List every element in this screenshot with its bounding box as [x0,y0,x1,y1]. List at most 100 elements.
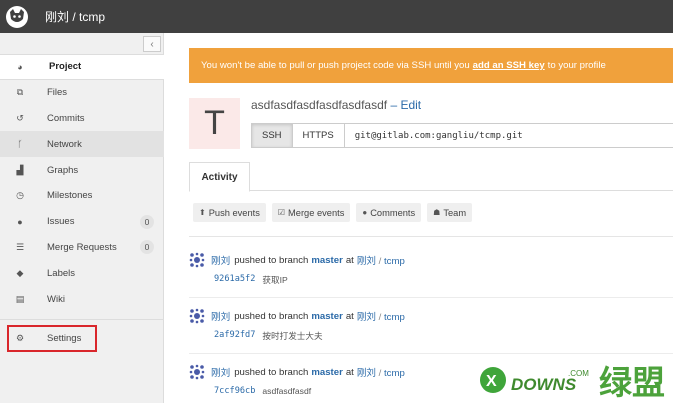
branch-link[interactable]: master [311,255,342,266]
project-short-name: tcmp [384,368,405,379]
sidebar-item-label: Merge Requests [47,241,117,253]
event-action: pushed to branch [234,310,309,322]
sidebar-item-milestones[interactable]: ◷ Milestones [0,183,164,209]
top-header: 刚刘 / tcmp [0,0,673,33]
commit-sha-link[interactable]: 7ccf96cb [214,386,255,396]
event-at: at [345,254,354,266]
chevron-left-icon[interactable]: ‹ [143,36,161,52]
project-tabs: Activity [189,161,673,192]
sidebar-item-wiki[interactable]: ▤ Wiki [0,286,164,312]
users-icon: ☗ [433,208,441,217]
project-link[interactable]: 刚刘 / tcmp [357,365,405,379]
branch-link[interactable]: master [311,367,342,378]
project-name: asdfasdfasdfasdfasdfasdf [251,98,388,112]
clone-url-input[interactable]: git@gitlab.com:gangliu/tcmp.git [345,124,523,147]
merge-events-filter[interactable]: ☑ Merge events [271,203,351,222]
sidebar-item-label: Files [47,87,68,99]
team-filter[interactable]: ☗ Team [427,203,473,222]
sidebar-item-label: Graphs [47,164,79,176]
downs-watermark-logo: X DOWNS .COM 绿盟 [480,363,665,402]
comments-icon: ● [362,208,368,217]
files-icon: ⧉ [16,87,24,98]
sidebar-item-commits[interactable]: ↺ Commits [0,106,164,132]
merge-requests-count-badge: 0 [140,240,154,255]
event-divider [189,297,673,298]
sidebar-item-network[interactable]: ᚴ Network [0,131,164,158]
sidebar-item-label: Labels [47,267,75,279]
alert-text: You won't be able to pull or push projec… [201,60,470,71]
cogs-icon: ⚙ [15,333,25,343]
sidebar-item-merge-requests[interactable]: ☰ Merge Requests 0 [0,235,164,261]
upload-icon: ⬆ [199,208,206,217]
sidebar: ‹ ◕ Project ⧉ Files ↺ Commits ᚴ Network … [0,33,164,403]
book-icon: ▤ [15,293,25,304]
sidebar-item-label: Network [47,138,82,150]
commit-message: asdfasdfasdf [262,386,312,396]
namespace-name: 刚刘 [356,368,377,379]
project-link[interactable]: 刚刘 / tcmp [357,253,405,267]
sidebar-item-graphs[interactable]: ▟ Graphs [0,157,164,183]
comments-filter[interactable]: ● Comments [356,203,422,222]
project-short-name: tcmp [384,312,405,323]
sidebar-item-label: Issues [47,216,75,228]
commit-sha-link[interactable]: 9261a5f2 [214,274,255,286]
tags-icon: ◆ [16,267,24,278]
feed-divider [189,236,673,237]
project-name-row: asdfasdfasdfasdfasdfasdf – Edit [251,98,421,112]
commit-message: 获取IP [262,275,288,285]
sidebar-nav: ◕ Project ⧉ Files ↺ Commits ᚴ Network ▟ … [0,54,164,312]
event-filters: ⬆ Push events ☑ Merge events ● Comments … [193,203,478,222]
project-link[interactable]: 刚刘 / tcmp [357,309,405,323]
sidebar-item-issues[interactable]: ● Issues 0 [0,209,164,235]
clock-icon: ◷ [16,190,24,201]
sidebar-item-settings[interactable]: ⚙ Settings [7,325,97,352]
event-author-link[interactable]: 刚刘 [211,365,230,379]
gitlab-logo-icon[interactable] [0,0,33,33]
sidebar-divider [0,319,164,320]
event-at: at [345,310,354,322]
exclamation-circle-icon: ● [17,216,23,227]
issues-count-badge: 0 [140,214,154,229]
event-action: pushed to branch [234,254,309,266]
sidebar-item-project[interactable]: ◕ Project [0,54,164,80]
filter-label: Push events [208,207,260,218]
project-short-name: tcmp [384,256,405,267]
user-avatar-icon[interactable] [189,364,205,380]
area-chart-icon: ▟ [16,164,24,175]
event-summary: 刚刘 pushed to branch master at 刚刘 / tcmp [189,307,405,325]
filter-label: Team [443,207,467,218]
project-title[interactable]: 刚刘 / tcmp [45,8,105,25]
event-at: at [345,366,354,378]
edit-project-link[interactable]: – Edit [390,98,421,112]
tasks-icon: ☰ [15,241,25,252]
tab-activity[interactable]: Activity [189,162,250,192]
alert-text-end: to your profile [547,60,606,71]
watermark-suffix: .COM [568,369,589,378]
commit-message: 按时打发士大夫 [262,331,323,341]
https-clone-button[interactable]: HTTPS [293,124,345,147]
commit-line: 7ccf96cb asdfasdfasdf [214,386,311,396]
event-author-link[interactable]: 刚刘 [211,309,230,323]
namespace-name: 刚刘 [356,256,377,267]
ssh-clone-button[interactable]: SSH [252,124,293,147]
user-avatar-icon[interactable] [189,252,205,268]
svg-text:X: X [486,373,497,390]
check-square-icon: ☑ [277,208,286,217]
sidebar-item-label: Wiki [47,293,65,305]
sidebar-item-labels[interactable]: ◆ Labels [0,260,164,286]
filter-label: Merge events [288,207,345,218]
branch-link[interactable]: master [311,311,342,322]
event-author-link[interactable]: 刚刘 [211,253,230,267]
code-fork-icon: ᚴ [17,139,23,150]
user-avatar-icon[interactable] [189,308,205,324]
sidebar-item-files[interactable]: ⧉ Files [0,80,164,106]
add-ssh-key-link[interactable]: add an SSH key [473,60,545,71]
commit-line: 9261a5f2 获取IP [214,274,288,286]
clone-panel: SSH HTTPS git@gitlab.com:gangliu/tcmp.gi… [251,123,673,148]
project-avatar: T [189,98,240,149]
event-summary: 刚刘 pushed to branch master at 刚刘 / tcmp [189,251,405,269]
push-events-filter[interactable]: ⬆ Push events [193,203,266,222]
commit-sha-link[interactable]: 2af92fd7 [214,330,255,342]
history-icon: ↺ [16,112,24,123]
event-action: pushed to branch [234,366,309,378]
